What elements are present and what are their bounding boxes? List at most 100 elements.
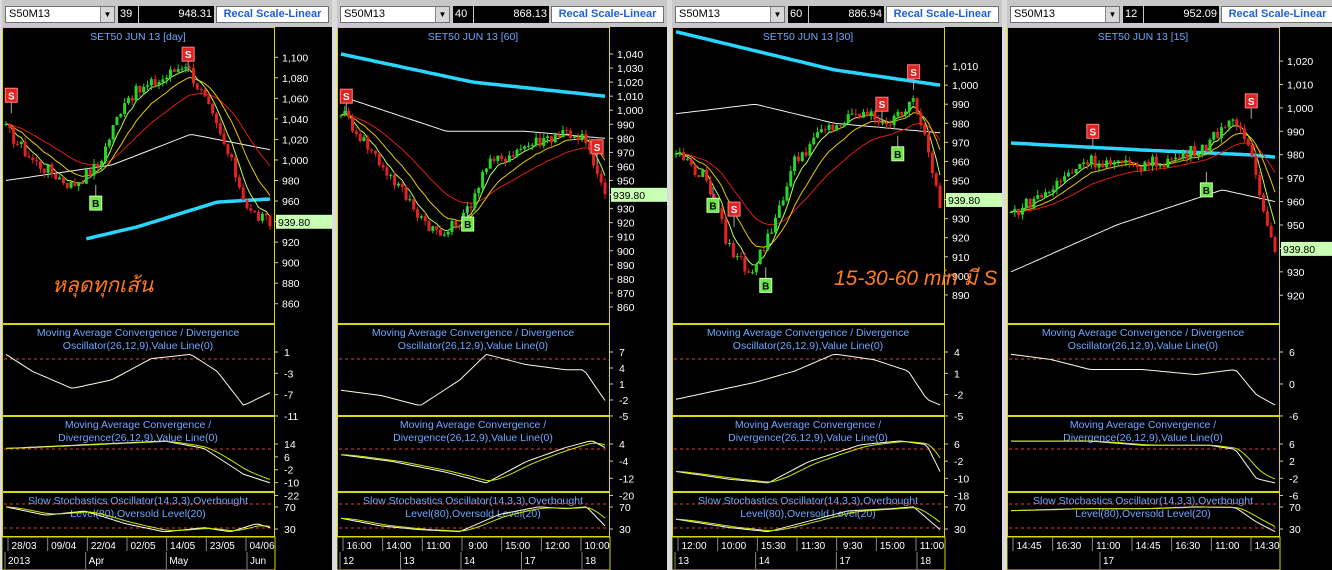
candle-body <box>1124 159 1128 163</box>
bar-count: 60 <box>788 6 808 23</box>
candle-body <box>362 137 366 142</box>
indicator-tick-label: -20 <box>619 490 634 502</box>
x-tick-label: 11:30 <box>801 541 826 552</box>
candle-body <box>469 206 473 209</box>
price-tick-label: 880 <box>282 278 300 290</box>
chart-svg[interactable]: SET50 JUN 13 [day] 1,100 1,080 1,060 1,040 1,… <box>2 27 332 570</box>
x-date-label: 14 <box>464 556 476 567</box>
chart-title: SET50 JUN 13 [day] <box>90 31 186 43</box>
candle-body <box>561 130 565 137</box>
candle-body <box>408 199 412 201</box>
indicator-title: Oscillator(26,12,9),Value Line(0) <box>398 340 548 352</box>
candle-body <box>758 249 762 265</box>
recal-scale-button[interactable]: Recal Scale-Linear <box>216 6 329 23</box>
indicator-tick-label: -6 <box>1289 490 1298 502</box>
chart-toolbar: S50M13 ▼ 12 952.09 Recal Scale-Linear <box>1007 0 1332 27</box>
indicator-title: Moving Average Convergence / <box>400 419 546 431</box>
candle-body <box>850 113 854 115</box>
candle-body <box>816 132 820 138</box>
candle-body <box>877 119 881 123</box>
candle-body <box>831 124 835 131</box>
last-price-label: 939.80 <box>278 217 310 229</box>
candle-body <box>381 164 385 168</box>
candle-body <box>370 149 374 151</box>
candle-body <box>477 187 481 194</box>
chart-svg[interactable]: SET50 JUN 13 [60] 1,040 1,030 1,020 1,010 1,0… <box>337 27 667 570</box>
chevron-down-icon[interactable]: ▼ <box>770 7 784 22</box>
indicator-tick-label: 30 <box>954 524 966 536</box>
candle-body <box>770 232 774 234</box>
x-tick-label: 15:30 <box>761 541 786 552</box>
candle-body <box>203 89 207 97</box>
candle-body <box>915 98 919 113</box>
candle-body <box>84 169 88 184</box>
candle-body <box>705 170 709 181</box>
candle-body <box>237 177 241 188</box>
candle-body <box>134 85 138 101</box>
candle-body <box>438 229 442 236</box>
candle-body <box>781 200 785 206</box>
indicator-title: Moving Average Convergence / Divergence <box>1042 327 1245 339</box>
symbol-select[interactable]: S50M13 ▼ <box>340 6 450 23</box>
indicator-line <box>1010 353 1276 406</box>
candle-body <box>1193 145 1197 157</box>
chevron-down-icon[interactable]: ▼ <box>435 7 449 22</box>
candle-body <box>58 177 62 180</box>
candle-body <box>911 98 915 102</box>
recal-scale-button[interactable]: Recal Scale-Linear <box>1221 6 1332 23</box>
candle-body <box>697 175 701 178</box>
candle-body <box>1219 127 1223 139</box>
x-tick-label: 09/04 <box>51 541 76 552</box>
indicator-tick-label: -2 <box>954 390 963 402</box>
chevron-down-icon[interactable]: ▼ <box>100 7 114 22</box>
chevron-down-icon[interactable]: ▼ <box>1105 7 1119 22</box>
candle-body <box>161 79 165 83</box>
indicator-tick-label: -7 <box>284 390 293 402</box>
candle-body <box>1216 131 1220 139</box>
candle-body <box>1258 175 1262 195</box>
price-tick-label: 920 <box>1287 290 1305 302</box>
indicator-tick-label: -22 <box>284 490 299 502</box>
candle-body <box>1181 152 1185 159</box>
candle-body <box>793 156 797 171</box>
candle-body <box>595 165 599 174</box>
candle-body <box>1273 237 1277 252</box>
chart-svg[interactable]: SET50 JUN 13 [15] 1,020 1,010 1,000 990 980 97… <box>1007 27 1332 570</box>
chart-title: SET50 JUN 13 [15] <box>1098 31 1189 43</box>
candle-body <box>1212 131 1216 140</box>
candle-body <box>1174 157 1178 160</box>
candle-body <box>1097 163 1101 168</box>
indicator-signal-line <box>5 441 271 480</box>
ma-yellow-line <box>5 76 271 196</box>
recal-scale-button[interactable]: Recal Scale-Linear <box>886 6 999 23</box>
candle-body <box>1162 165 1166 168</box>
candle-body <box>1074 168 1078 174</box>
symbol-select[interactable]: S50M13 ▼ <box>5 6 115 23</box>
price-tick-label: 980 <box>952 118 970 130</box>
candle-body <box>1196 154 1200 157</box>
indicator-tick-label: 30 <box>1289 524 1301 536</box>
price-tick-label: 960 <box>1287 197 1305 209</box>
candle-body <box>839 125 843 127</box>
candle-body <box>1043 192 1047 198</box>
symbol-select[interactable]: S50M13 ▼ <box>675 6 785 23</box>
candle-body <box>1086 162 1090 165</box>
candle-body <box>1051 189 1055 193</box>
candle-body <box>1154 156 1158 167</box>
candle-body <box>488 158 492 169</box>
symbol-value: S50M13 <box>679 8 720 20</box>
chart-svg[interactable]: SET50 JUN 13 [30] 1,010 1,000 990 980 970 960 9… <box>672 27 1002 570</box>
candle-body <box>869 111 873 116</box>
pane-border <box>1007 27 1280 324</box>
candle-body <box>149 79 153 86</box>
candle-body <box>892 115 896 125</box>
recal-scale-button[interactable]: Recal Scale-Linear <box>551 6 664 23</box>
candle-body <box>484 168 488 172</box>
indicator-tick-label: 6 <box>1289 439 1295 451</box>
indicator-title: Slow Stochastics Oscillator(14,3,3),Over… <box>28 495 248 507</box>
candle-body <box>12 128 16 144</box>
symbol-select[interactable]: S50M13 ▼ <box>1010 6 1120 23</box>
candle-body <box>865 111 869 116</box>
candle-body <box>858 113 862 118</box>
candle-body <box>1223 127 1227 129</box>
